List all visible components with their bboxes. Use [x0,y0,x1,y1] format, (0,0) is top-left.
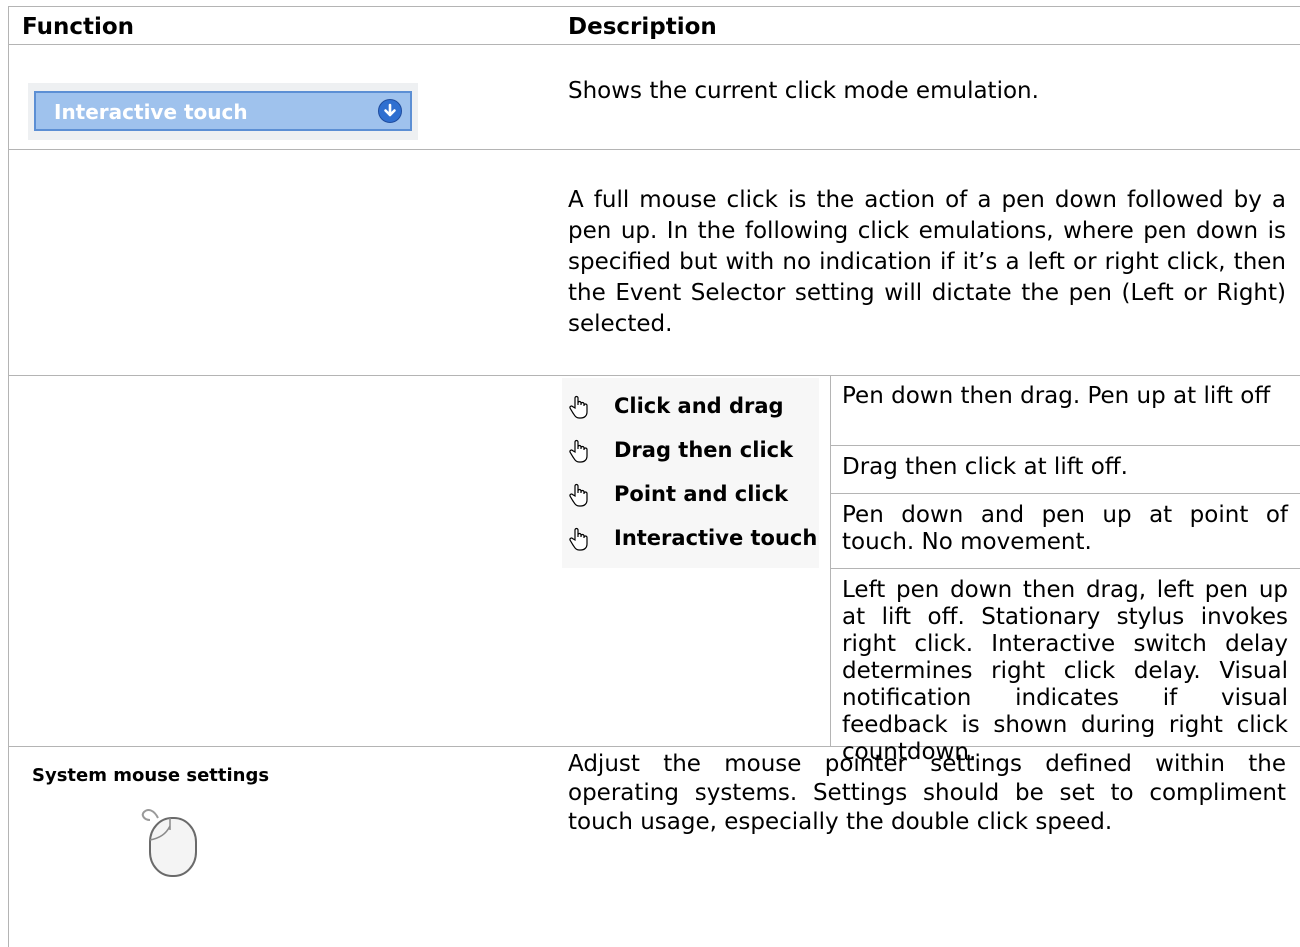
sub-divider-2 [830,493,1300,494]
menu-item-label: Point and click [614,482,789,506]
mode-description-click-and-drag: Pen down then drag. Pen up at lift off [842,383,1271,409]
menu-item-point-and-click[interactable]: Point and click [562,474,819,514]
table-left-border [8,6,9,947]
hand-pointer-icon [569,395,588,419]
header-function: Function [22,14,135,40]
menu-item-drag-then-click[interactable]: Drag then click [562,430,819,470]
hand-pointer-icon [569,439,588,463]
header-divider [8,44,1300,45]
click-mode-dropdown[interactable]: Interactive touch [34,91,412,131]
system-mouse-description: Adjust the mouse pointer settings define… [568,751,1286,835]
menu-item-click-and-drag[interactable]: Click and drag [562,386,819,426]
mode-description-point-and-click: Pen down and pen up at point of touch. N… [842,502,1288,555]
menu-item-interactive-touch[interactable]: Interactive touch [562,518,819,558]
click-mode-dropdown-panel: Interactive touch [28,83,418,140]
sub-divider-1 [830,445,1300,446]
dropdown-description: Shows the current click mode emulation. [568,78,1039,104]
full-click-description: A full mouse click is the action of a pe… [568,187,1286,337]
hand-pointer-icon [569,527,588,551]
hand-pointer-icon [569,483,588,507]
dropdown-value: Interactive touch [54,100,248,124]
mode-description-drag-then-click: Drag then click at lift off. [842,454,1128,480]
system-mouse-settings-title: System mouse settings [32,765,270,786]
row-divider-1 [8,149,1300,150]
menu-item-label: Click and drag [614,394,784,418]
click-mode-menu: Click and drag Drag then click Point and… [562,378,819,568]
sub-divider-3 [830,568,1300,569]
row-divider-2 [8,375,1300,376]
table-top-border [8,6,1300,7]
header-description: Description [568,14,717,40]
chevron-down-icon[interactable] [378,99,402,123]
mode-description-interactive-touch: Left pen down then drag, left pen up at … [842,577,1288,765]
mouse-icon[interactable] [136,800,204,880]
menu-item-label: Drag then click [614,438,794,462]
menu-item-label: Interactive touch [614,526,818,550]
sub-column-divider [830,376,831,746]
